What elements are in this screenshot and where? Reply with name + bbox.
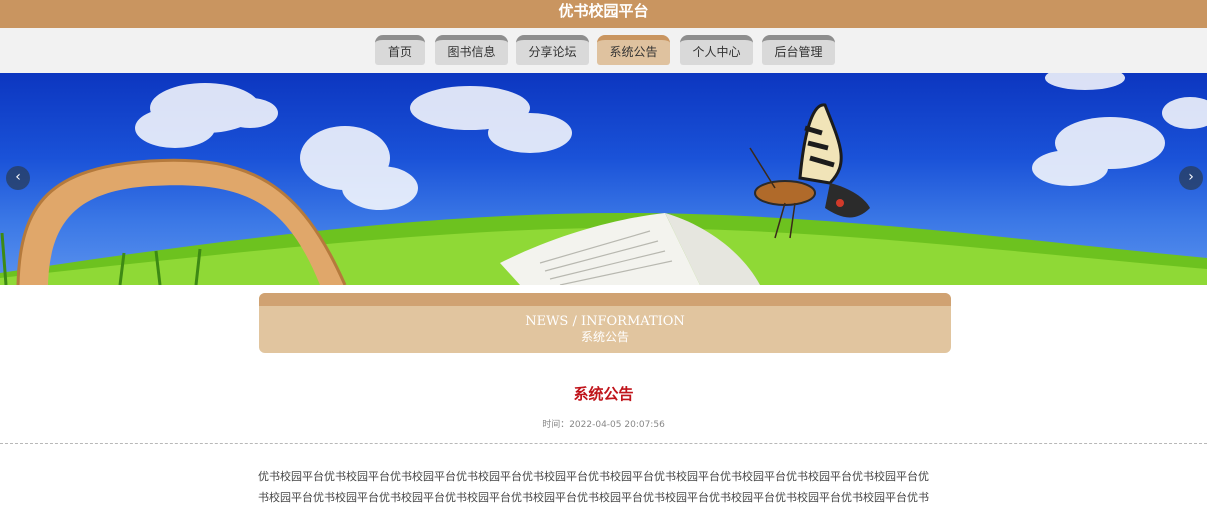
- site-header: 优书校园平台: [0, 0, 1207, 28]
- chevron-right-icon: ›: [1188, 169, 1194, 185]
- main-nav: 首页 图书信息 分享论坛 系统公告 个人中心 后台管理: [0, 28, 1207, 73]
- notice-content: 优书校园平台优书校园平台优书校园平台优书校园平台优书校园平台优书校园平台优书校园…: [258, 466, 950, 508]
- section-header-strip: [259, 293, 951, 306]
- nav-announcements[interactable]: 系统公告: [597, 35, 670, 65]
- banner-image: [0, 73, 1207, 285]
- nav-books[interactable]: 图书信息: [435, 35, 508, 65]
- notice-body-line: 优书校园平台优书校园平台优书校园平台优书校园平台优书校园平台优书校园平台优书校园…: [258, 470, 929, 483]
- carousel-prev-button[interactable]: ‹: [6, 166, 30, 190]
- notice-time: 时间：2022-04-05 20:07:56: [542, 420, 665, 430]
- notice-body-line: 书校园平台优书校园平台优书校园平台优书校园平台优书校园平台优书校园平台优书校园平…: [258, 491, 929, 504]
- nav-admin[interactable]: 后台管理: [762, 35, 835, 65]
- notice-title: 系统公告: [573, 385, 634, 403]
- section-title-cn: 系统公告: [580, 330, 629, 344]
- banner-carousel: ‹ ›: [0, 73, 1207, 285]
- section-title-en: NEWS / INFORMATION: [525, 314, 685, 329]
- section-header: NEWS / INFORMATION 系统公告: [259, 293, 951, 353]
- nav-profile[interactable]: 个人中心: [680, 35, 753, 65]
- carousel-next-button[interactable]: ›: [1179, 166, 1203, 190]
- chevron-left-icon: ‹: [15, 169, 21, 185]
- divider: [0, 443, 1207, 444]
- nav-forum[interactable]: 分享论坛: [516, 35, 589, 65]
- nav-home[interactable]: 首页: [375, 35, 425, 65]
- site-title: 优书校园平台: [558, 2, 649, 20]
